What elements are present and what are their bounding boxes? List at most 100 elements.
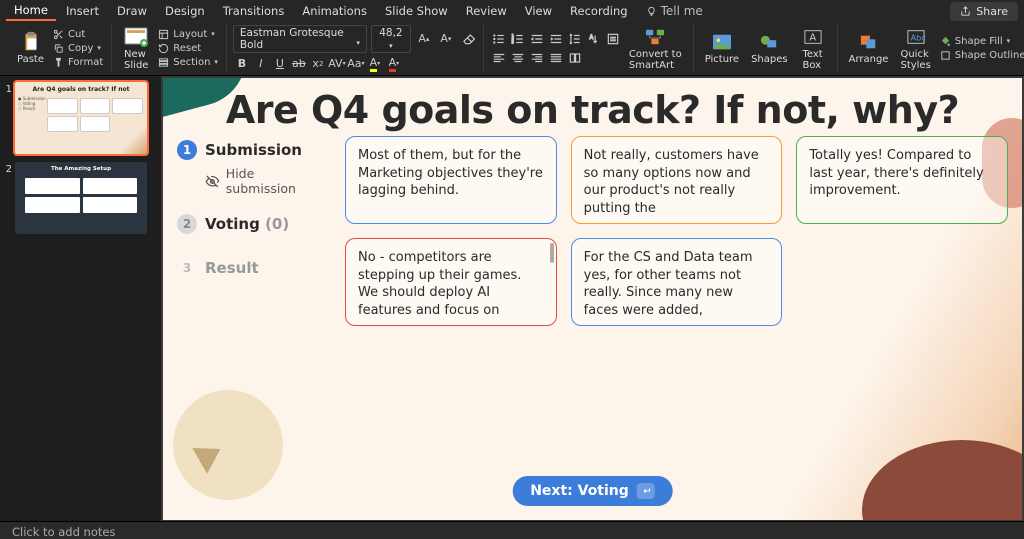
copy-icon xyxy=(53,43,64,54)
text-direction-button[interactable]: A xyxy=(585,31,603,47)
font-size-select[interactable]: 48,2 ▾ xyxy=(371,25,411,53)
tell-me-search[interactable]: Tell me xyxy=(646,4,703,18)
svg-text:Abc: Abc xyxy=(910,32,925,42)
new-slide-icon xyxy=(123,26,149,48)
scissors-icon xyxy=(53,29,64,40)
copy-button[interactable]: Copy▾ xyxy=(51,42,105,55)
slide-canvas[interactable]: Are Q4 goals on track? If not, why? 1 Su… xyxy=(161,76,1024,521)
thumb-number: 2 xyxy=(4,162,12,234)
tab-transitions[interactable]: Transitions xyxy=(215,2,293,20)
decrease-font-button[interactable]: A▾ xyxy=(437,31,455,47)
bold-button[interactable]: B xyxy=(233,56,251,72)
slide-thumbnail-2[interactable]: The Amazing Setup xyxy=(15,162,147,234)
insert-group: Picture Shapes A Text Box xyxy=(694,24,838,72)
new-slide-label: New Slide xyxy=(124,49,148,71)
section-button[interactable]: Section▾ xyxy=(156,56,220,69)
step-number-badge: 3 xyxy=(177,258,197,278)
ribbon-toolbar: Paste Cut Copy▾ Format New Slide Layout▾… xyxy=(0,22,1024,75)
arrange-group: Arrange Abc Quick Styles Shape Fill▾ Sha… xyxy=(838,24,1024,72)
paste-button[interactable]: Paste xyxy=(12,30,49,66)
arrange-button[interactable]: Arrange xyxy=(844,30,894,66)
highlight-button[interactable]: A▾ xyxy=(366,56,384,72)
convert-smartart-button[interactable]: Convert to SmartArt xyxy=(624,25,687,72)
align-right-button[interactable] xyxy=(528,50,546,66)
align-text-button[interactable] xyxy=(604,31,622,47)
enter-key-icon xyxy=(637,483,655,499)
picture-button[interactable]: Picture xyxy=(700,30,744,66)
shape-fill-button[interactable]: Shape Fill▾ xyxy=(938,35,1024,48)
eye-off-icon xyxy=(205,174,220,189)
hide-submission-button[interactable]: Hide submission xyxy=(205,166,327,196)
slide-thumbnail-1[interactable]: Are Q4 goals on track? If not ● Submissi… xyxy=(15,82,147,154)
layout-button[interactable]: Layout▾ xyxy=(156,28,220,41)
tab-home[interactable]: Home xyxy=(6,1,56,21)
layout-icon xyxy=(158,29,169,40)
tab-review[interactable]: Review xyxy=(458,2,515,20)
quick-styles-button[interactable]: Abc Quick Styles xyxy=(895,25,935,72)
tab-slideshow[interactable]: Slide Show xyxy=(377,2,456,20)
clear-format-button[interactable] xyxy=(459,31,477,47)
text-box-button[interactable]: A Text Box xyxy=(795,25,831,72)
submission-card[interactable]: Totally yes! Compared to last year, ther… xyxy=(796,136,1008,224)
new-slide-button[interactable]: New Slide xyxy=(118,25,154,72)
tab-recording[interactable]: Recording xyxy=(562,2,636,20)
format-painter-button[interactable]: Format xyxy=(51,56,105,69)
text-direction-icon: A xyxy=(587,32,601,46)
char-spacing-button[interactable]: AV▾ xyxy=(328,56,346,72)
change-case-button[interactable]: Aa▾ xyxy=(347,56,365,72)
tab-animations[interactable]: Animations xyxy=(294,2,375,20)
submission-card[interactable]: Not really, customers have so many optio… xyxy=(571,136,783,224)
increase-font-button[interactable]: A▴ xyxy=(415,31,433,47)
shapes-button[interactable]: Shapes xyxy=(746,30,793,66)
justify-button[interactable] xyxy=(547,50,565,66)
reset-icon xyxy=(158,43,169,54)
decorative-shape xyxy=(862,440,1022,520)
text-box-icon: A xyxy=(800,26,826,48)
strike-button[interactable]: ab xyxy=(290,56,308,72)
align-vert-icon xyxy=(606,32,620,46)
lightbulb-icon xyxy=(646,6,657,17)
scroll-indicator xyxy=(550,243,554,263)
underline-button[interactable]: U xyxy=(271,56,289,72)
next-button[interactable]: Next: Voting xyxy=(512,476,673,506)
tab-design[interactable]: Design xyxy=(157,2,213,20)
tab-insert[interactable]: Insert xyxy=(58,2,107,20)
step-voting[interactable]: 2 Voting (0) xyxy=(177,214,327,234)
align-center-button[interactable] xyxy=(509,50,527,66)
paste-icon xyxy=(18,31,44,53)
align-left-button[interactable] xyxy=(490,50,508,66)
step-result[interactable]: 3 Result xyxy=(177,258,327,278)
share-button[interactable]: Share xyxy=(950,2,1018,21)
subscript-button[interactable]: x2 xyxy=(309,56,327,72)
increase-indent-button[interactable] xyxy=(547,31,565,47)
quick-styles-label: Quick Styles xyxy=(900,49,930,71)
bullets-button[interactable] xyxy=(490,31,508,47)
slide-title[interactable]: Are Q4 goals on track? If not, why? xyxy=(163,78,1022,136)
thumbnail-panel: 1 Are Q4 goals on track? If not ● Submis… xyxy=(0,76,161,521)
align-right-icon xyxy=(530,51,544,65)
clipboard-group: Paste Cut Copy▾ Format xyxy=(6,24,112,72)
reset-button[interactable]: Reset xyxy=(156,42,220,55)
decorative-shape xyxy=(173,390,283,500)
shapes-icon xyxy=(756,31,782,53)
submission-card[interactable]: For the CS and Data team yes, for other … xyxy=(571,238,783,326)
submission-card[interactable]: No - competitors are stepping up their g… xyxy=(345,238,557,326)
cut-button[interactable]: Cut xyxy=(51,28,105,41)
font-color-button[interactable]: A▾ xyxy=(385,56,403,72)
line-spacing-button[interactable] xyxy=(566,31,584,47)
italic-button[interactable]: I xyxy=(252,56,270,72)
tab-draw[interactable]: Draw xyxy=(109,2,155,20)
tab-view[interactable]: View xyxy=(517,2,560,20)
columns-button[interactable] xyxy=(566,50,584,66)
eraser-icon xyxy=(461,32,475,46)
outdent-icon xyxy=(530,32,544,46)
align-left-icon xyxy=(492,51,506,65)
notes-pane[interactable]: Click to add notes xyxy=(0,521,1024,539)
decrease-indent-button[interactable] xyxy=(528,31,546,47)
shape-outline-button[interactable]: Shape Outline▾ xyxy=(938,49,1024,62)
step-submission[interactable]: 1 Submission xyxy=(177,140,327,160)
numbering-button[interactable]: 123 xyxy=(509,31,527,47)
font-name-select[interactable]: Eastman Grotesque Bold ▾ xyxy=(233,25,367,53)
line-spacing-icon xyxy=(568,32,582,46)
submission-card[interactable]: Most of them, but for the Marketing obje… xyxy=(345,136,557,224)
